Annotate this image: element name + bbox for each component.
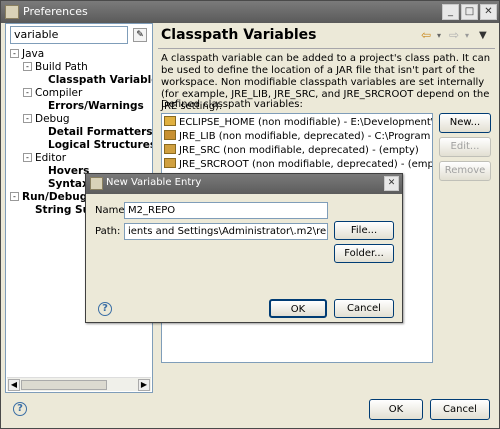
jar-icon bbox=[164, 130, 176, 140]
tree-item-label: Errors/Warnings bbox=[48, 100, 144, 112]
jar-icon bbox=[164, 158, 176, 168]
path-label: Path: bbox=[95, 226, 121, 237]
cancel-button[interactable]: Cancel bbox=[430, 399, 490, 420]
tree-item[interactable]: Classpath Variables bbox=[48, 74, 152, 87]
tree-item[interactable]: Errors/Warnings bbox=[48, 100, 144, 113]
list-item[interactable]: ECLIPSE_HOME (non modifiable) - E:\Devel… bbox=[164, 116, 433, 130]
tree-item[interactable]: - Build Path bbox=[23, 61, 88, 74]
dialog-ok-button[interactable]: OK bbox=[269, 299, 327, 318]
tree-item-label: Hovers bbox=[48, 165, 90, 177]
new-variable-button[interactable]: New... bbox=[439, 113, 491, 133]
clear-filter-icon[interactable]: ✎ bbox=[133, 28, 147, 42]
window-title: Preferences bbox=[23, 5, 88, 18]
preferences-window: Preferences _ □ ✕ variable ✎ - Java - Build… bbox=[0, 0, 500, 429]
filter-input[interactable]: variable bbox=[10, 26, 128, 44]
list-item[interactable]: JRE_SRCROOT (non modifiable, deprecated)… bbox=[164, 158, 433, 172]
list-item-label: JRE_SRC (non modifiable, deprecated) - (… bbox=[179, 145, 419, 156]
collapse-icon[interactable]: - bbox=[23, 153, 32, 162]
jar-icon bbox=[164, 144, 176, 154]
tree-item[interactable]: - Java bbox=[10, 48, 44, 61]
maximize-icon[interactable]: □ bbox=[461, 4, 478, 20]
tree-item[interactable]: Logical Structures bbox=[48, 139, 152, 152]
forward-dropdown-icon[interactable]: ▾ bbox=[465, 31, 469, 40]
tree-item[interactable]: - Compiler bbox=[23, 87, 82, 100]
collapse-icon[interactable]: - bbox=[23, 114, 32, 123]
collapse-icon[interactable]: - bbox=[23, 62, 32, 71]
ok-button[interactable]: OK bbox=[369, 399, 423, 420]
page-navigation: ⇦ ▾ ⇨ ▾ ▼ bbox=[421, 28, 491, 44]
dialog-title: New Variable Entry bbox=[106, 177, 202, 188]
back-arrow-icon[interactable]: ⇦ bbox=[421, 28, 431, 42]
edit-variable-button[interactable]: Edit... bbox=[439, 137, 491, 157]
name-label: Name: bbox=[95, 205, 128, 216]
dialog-help-icon[interactable]: ? bbox=[98, 302, 112, 316]
dialog-title-bar[interactable]: New Variable Entry ✕ bbox=[86, 174, 402, 194]
list-item-label: JRE_SRCROOT (non modifiable, deprecated)… bbox=[179, 159, 433, 170]
view-menu-icon[interactable]: ▼ bbox=[479, 30, 487, 41]
back-dropdown-icon[interactable]: ▾ bbox=[437, 31, 441, 40]
tree-item[interactable]: - Run/Debug bbox=[10, 191, 87, 204]
scroll-right-icon[interactable]: ▶ bbox=[138, 379, 150, 391]
list-item-label: ECLIPSE_HOME (non modifiable) - E:\Devel… bbox=[179, 117, 433, 128]
tree-item-label: Classpath Variables bbox=[48, 74, 152, 86]
folder-icon bbox=[164, 116, 176, 126]
tree-item-label: Detail Formatters bbox=[48, 126, 152, 138]
app-icon bbox=[5, 5, 19, 19]
tree-item-label: Java bbox=[22, 48, 45, 60]
file-button[interactable]: File... bbox=[334, 221, 394, 240]
tree-item-label: Compiler bbox=[35, 87, 83, 99]
list-item-label: JRE_LIB (non modifiable, deprecated) - C… bbox=[179, 131, 432, 142]
path-field[interactable]: ients and Settings\Administrator\.m2\rep… bbox=[124, 223, 328, 240]
page-title: Classpath Variables bbox=[161, 27, 317, 43]
new-variable-entry-dialog: New Variable Entry ✕ Name: M2_REPO Path:… bbox=[85, 173, 403, 323]
tree-item-label: Editor bbox=[35, 152, 67, 164]
tree-item[interactable]: Hovers bbox=[48, 165, 89, 178]
forward-arrow-icon[interactable]: ⇨ bbox=[449, 28, 459, 42]
scroll-left-icon[interactable]: ◀ bbox=[8, 379, 20, 391]
minimize-icon[interactable]: _ bbox=[442, 4, 459, 20]
scroll-thumb[interactable] bbox=[21, 380, 107, 390]
title-bar[interactable]: Preferences _ □ ✕ bbox=[1, 1, 499, 23]
dialog-app-icon bbox=[90, 177, 103, 190]
tree-item[interactable]: - Debug bbox=[23, 113, 70, 126]
collapse-icon[interactable]: - bbox=[10, 49, 19, 58]
remove-variable-button[interactable]: Remove bbox=[439, 161, 491, 181]
dialog-cancel-button[interactable]: Cancel bbox=[334, 299, 394, 318]
name-field[interactable]: M2_REPO bbox=[124, 202, 328, 219]
tree-item-label: Build Path bbox=[35, 61, 88, 73]
list-item[interactable]: JRE_LIB (non modifiable, deprecated) - C… bbox=[164, 130, 432, 144]
title-separator bbox=[158, 48, 495, 49]
tree-item[interactable]: Detail Formatters bbox=[48, 126, 152, 139]
tree-item[interactable]: - Editor bbox=[23, 152, 66, 165]
tree-item-label: Debug bbox=[35, 113, 70, 125]
tree-item-label: Run/Debug bbox=[22, 191, 88, 203]
variables-list-label: Defined classpath variables: bbox=[161, 99, 303, 110]
dialog-close-icon[interactable]: ✕ bbox=[384, 176, 399, 191]
collapse-icon[interactable]: - bbox=[10, 192, 19, 201]
list-item[interactable]: JRE_SRC (non modifiable, deprecated) - (… bbox=[164, 144, 419, 158]
collapse-icon[interactable]: - bbox=[23, 88, 32, 97]
tree-horizontal-scrollbar[interactable]: ◀ ▶ bbox=[7, 377, 151, 391]
close-icon[interactable]: ✕ bbox=[480, 4, 497, 20]
folder-button[interactable]: Folder... bbox=[334, 244, 394, 263]
tree-item-label: Logical Structures bbox=[48, 139, 152, 151]
help-icon[interactable]: ? bbox=[13, 402, 27, 416]
